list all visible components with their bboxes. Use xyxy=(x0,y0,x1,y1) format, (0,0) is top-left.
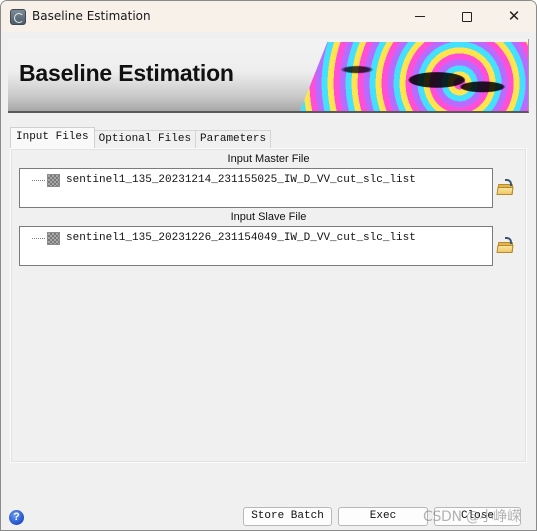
browse-master-file-button[interactable] xyxy=(496,179,515,195)
list-item[interactable]: sentinel1_135_20231214_231155025_IW_D_VV… xyxy=(32,173,416,187)
window-title: Baseline Estimation xyxy=(32,9,151,23)
tab-input-files[interactable]: Input Files xyxy=(10,127,95,148)
slave-file-name: sentinel1_135_20231226_231154049_IW_D_VV… xyxy=(66,232,416,244)
header-banner: Baseline Estimation xyxy=(8,39,529,113)
baseline-estimation-window: Baseline Estimation ✕ Baseline Estimatio… xyxy=(0,0,537,531)
master-file-label: Input Master File xyxy=(227,153,310,165)
maximize-button[interactable] xyxy=(444,1,490,32)
app-logo-icon xyxy=(10,9,26,25)
list-item[interactable]: sentinel1_135_20231226_231154049_IW_D_VV… xyxy=(32,231,416,245)
store-batch-button[interactable]: Store Batch xyxy=(243,507,332,526)
interferogram-fringe-image xyxy=(300,42,528,111)
minimize-icon xyxy=(415,16,425,17)
help-button[interactable]: ? xyxy=(9,510,24,525)
close-icon: ✕ xyxy=(507,7,521,25)
tree-connector xyxy=(32,179,45,181)
input-files-panel: Input Master File sentinel1_135_20231214… xyxy=(10,148,527,463)
tab-bar: Input Files Optional Files Parameters xyxy=(10,127,272,148)
raster-file-icon xyxy=(47,231,60,245)
master-file-name: sentinel1_135_20231214_231155025_IW_D_VV… xyxy=(66,174,416,186)
raster-file-icon xyxy=(47,173,60,187)
close-window-button[interactable]: ✕ xyxy=(491,1,536,32)
title-bar: Baseline Estimation ✕ xyxy=(1,1,536,32)
tab-optional-files[interactable]: Optional Files xyxy=(93,130,197,148)
tab-parameters[interactable]: Parameters xyxy=(195,130,272,148)
close-button[interactable]: Close xyxy=(434,507,521,526)
minimize-button[interactable] xyxy=(397,1,443,32)
master-file-list[interactable]: sentinel1_135_20231214_231155025_IW_D_VV… xyxy=(19,168,493,208)
slave-file-list[interactable]: sentinel1_135_20231226_231154049_IW_D_VV… xyxy=(19,226,493,266)
maximize-icon xyxy=(462,11,472,22)
browse-slave-file-button[interactable] xyxy=(496,237,515,253)
help-icon: ? xyxy=(13,511,20,523)
slave-file-label: Input Slave File xyxy=(230,211,307,223)
exec-button[interactable]: Exec xyxy=(338,507,428,526)
tree-connector xyxy=(32,237,45,239)
banner-title: Baseline Estimation xyxy=(19,60,234,86)
